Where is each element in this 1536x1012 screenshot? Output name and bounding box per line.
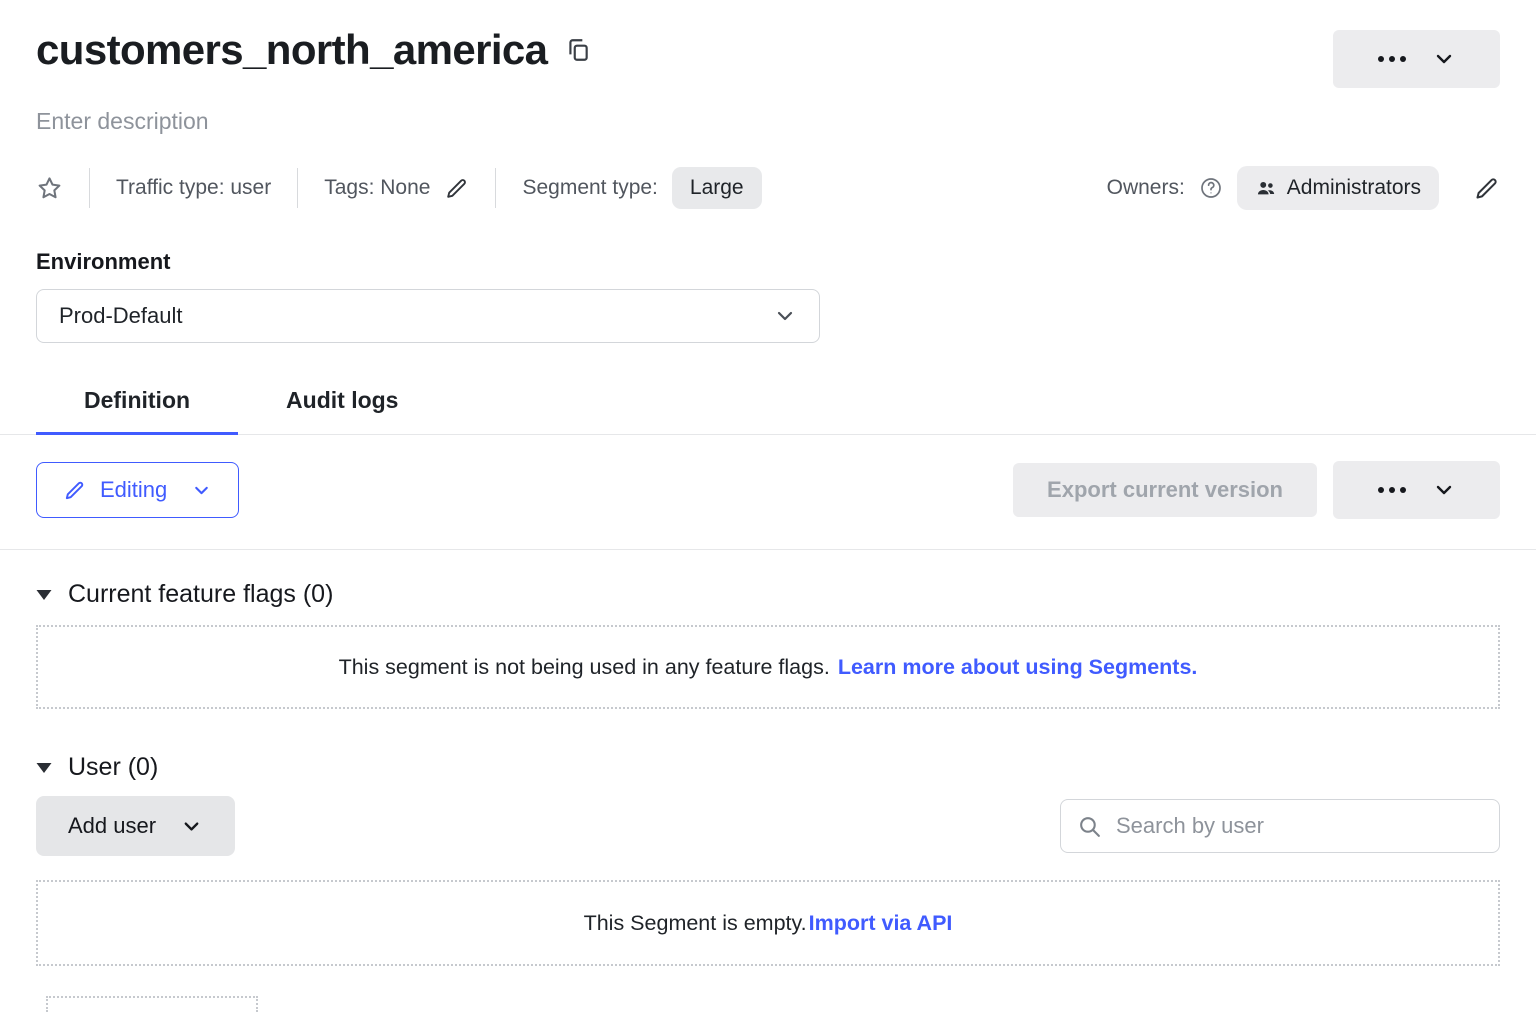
environment-section: Environment Prod-Default	[36, 249, 1500, 343]
partial-dotted-box	[46, 996, 258, 1012]
learn-more-link[interactable]: Learn more about using Segments.	[838, 655, 1198, 680]
owners-help-button[interactable]	[1199, 176, 1223, 200]
star-icon	[36, 175, 63, 202]
question-circle-icon	[1199, 176, 1223, 200]
tags-group: Tags: None	[324, 176, 469, 201]
divider	[297, 168, 298, 208]
description-placeholder[interactable]: Enter description	[36, 108, 209, 135]
chevron-down-icon	[773, 304, 797, 328]
definition-toolbar: Editing Export current version	[36, 461, 1500, 519]
user-section-toggle[interactable]: User (0)	[36, 753, 158, 782]
chevron-down-icon	[1432, 47, 1456, 71]
user-empty-state: This Segment is empty. Import via API	[36, 880, 1500, 966]
caret-down-icon	[36, 589, 52, 601]
user-section-title: User (0)	[68, 753, 158, 782]
environment-select[interactable]: Prod-Default	[36, 289, 820, 343]
feature-flags-section-toggle[interactable]: Current feature flags (0)	[36, 580, 333, 609]
editing-mode-button[interactable]: Editing	[36, 462, 239, 518]
ellipsis-icon	[1378, 487, 1406, 493]
owners-group: Owners:	[1107, 166, 1500, 210]
definition-more-actions-button[interactable]	[1333, 461, 1500, 519]
import-via-api-link[interactable]: Import via API	[809, 911, 953, 936]
chevron-down-icon	[180, 815, 203, 838]
edit-owners-button[interactable]	[1473, 175, 1500, 202]
favorite-button[interactable]	[36, 175, 63, 202]
horizontal-divider	[0, 549, 1536, 550]
feature-flags-empty-line: This segment is not being used in any fe…	[339, 655, 1198, 680]
page-header: customers_north_america	[36, 26, 1500, 88]
caret-down-icon	[36, 762, 52, 774]
owners-badge: Administrators	[1237, 166, 1439, 210]
page-title: customers_north_america	[36, 26, 547, 74]
feature-flags-empty-text: This segment is not being used in any fe…	[339, 655, 830, 680]
user-controls-row: Add user	[36, 796, 1500, 856]
editing-label: Editing	[100, 477, 167, 503]
export-current-version-button[interactable]: Export current version	[1013, 463, 1317, 517]
search-icon	[1077, 814, 1102, 839]
tab-bar: Definition Audit logs	[0, 373, 1536, 435]
add-user-button[interactable]: Add user	[36, 796, 235, 856]
copy-icon	[565, 37, 591, 63]
environment-selected-value: Prod-Default	[59, 303, 183, 329]
pencil-icon	[444, 176, 469, 201]
pencil-icon	[63, 479, 86, 502]
divider	[89, 168, 90, 208]
segment-type-badge: Large	[672, 167, 762, 209]
traffic-type-label: Traffic type: user	[116, 176, 271, 200]
divider	[495, 168, 496, 208]
chevron-down-icon	[191, 480, 212, 501]
segment-detail-page: customers_north_america Enter descriptio…	[0, 0, 1536, 1012]
segment-type-group: Segment type: Large	[522, 167, 761, 209]
add-user-label: Add user	[68, 813, 156, 839]
header-more-actions-button[interactable]	[1333, 30, 1500, 88]
feature-flags-empty-state: This segment is not being used in any fe…	[36, 625, 1500, 709]
meta-row: Traffic type: user Tags: None Segment ty…	[36, 165, 1500, 211]
segment-type-label: Segment type:	[522, 176, 657, 200]
user-empty-line: This Segment is empty. Import via API	[584, 911, 953, 936]
toolbar-right: Export current version	[1013, 461, 1500, 519]
pencil-icon	[1473, 175, 1500, 202]
ellipsis-icon	[1378, 56, 1406, 62]
tags-label: Tags: None	[324, 176, 430, 200]
title-wrap: customers_north_america	[36, 26, 591, 74]
edit-tags-button[interactable]	[444, 176, 469, 201]
user-search-input[interactable]	[1114, 812, 1483, 840]
feature-flags-section-title: Current feature flags (0)	[68, 580, 333, 609]
tab-audit-logs[interactable]: Audit logs	[238, 373, 446, 434]
owners-label: Owners:	[1107, 176, 1185, 200]
user-search-box	[1060, 799, 1500, 853]
environment-label: Environment	[36, 249, 1500, 275]
copy-name-button[interactable]	[565, 37, 591, 63]
tab-definition[interactable]: Definition	[36, 373, 238, 434]
people-icon	[1255, 177, 1277, 199]
user-empty-text: This Segment is empty.	[584, 911, 807, 936]
owners-value: Administrators	[1287, 176, 1421, 200]
chevron-down-icon	[1432, 478, 1456, 502]
